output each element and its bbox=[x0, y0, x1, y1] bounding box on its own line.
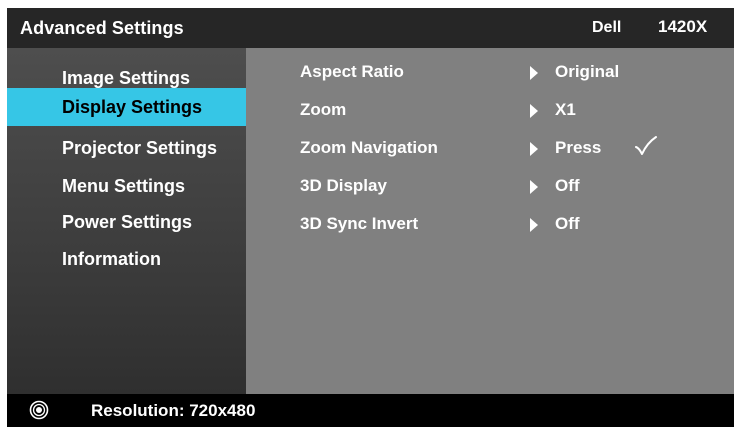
sidebar-item-information[interactable]: Information bbox=[7, 248, 246, 286]
setting-row-zoom-navigation[interactable]: Zoom Navigation Press bbox=[246, 129, 734, 165]
sidebar: Image Settings Display Settings Projecto… bbox=[7, 48, 246, 394]
sidebar-item-label: Image Settings bbox=[62, 68, 191, 88]
triangle-right-icon bbox=[530, 218, 538, 232]
brand-label: Dell bbox=[592, 19, 622, 36]
resolution-label: Resolution: 720x480 bbox=[91, 401, 256, 420]
sidebar-item-label: Display Settings bbox=[62, 97, 203, 117]
model-label: 1420X bbox=[658, 17, 708, 36]
sidebar-item-label: Power Settings bbox=[62, 212, 193, 232]
sidebar-item-projector-settings[interactable]: Projector Settings bbox=[7, 135, 246, 173]
sidebar-item-label: Menu Settings bbox=[62, 176, 186, 196]
menu-title: Advanced Settings bbox=[20, 18, 184, 38]
sidebar-item-label: Projector Settings bbox=[62, 138, 218, 158]
setting-row-aspect-ratio[interactable]: Aspect Ratio Original bbox=[246, 53, 734, 89]
setting-row-zoom[interactable]: Zoom X1 bbox=[246, 91, 734, 127]
setting-row-3d-sync-invert[interactable]: 3D Sync Invert Off bbox=[246, 205, 734, 241]
sidebar-item-label: Information bbox=[62, 249, 161, 269]
status-bar: Resolution: 720x480 bbox=[7, 394, 734, 427]
setting-value: Original bbox=[555, 62, 620, 81]
setting-label: Aspect Ratio bbox=[300, 62, 404, 81]
setting-value: Off bbox=[555, 176, 580, 195]
setting-value: Off bbox=[555, 214, 580, 233]
resolution-target-icon bbox=[29, 400, 49, 420]
setting-row-3d-display[interactable]: 3D Display Off bbox=[246, 167, 734, 203]
sidebar-item-menu-settings[interactable]: Menu Settings bbox=[7, 173, 246, 211]
setting-label: Zoom Navigation bbox=[300, 138, 438, 157]
setting-label: Zoom bbox=[300, 100, 347, 119]
menu-header: Advanced Settings Dell 1420X bbox=[7, 8, 734, 48]
triangle-right-icon bbox=[530, 180, 538, 194]
triangle-right-icon bbox=[530, 104, 538, 118]
setting-label: 3D Sync Invert bbox=[300, 214, 419, 233]
triangle-right-icon bbox=[530, 142, 538, 156]
checkmark-icon bbox=[635, 136, 657, 155]
setting-value: X1 bbox=[555, 100, 576, 119]
setting-label: 3D Display bbox=[300, 176, 387, 195]
sidebar-item-display-settings[interactable]: Display Settings bbox=[7, 88, 246, 126]
sidebar-item-power-settings[interactable]: Power Settings bbox=[7, 209, 246, 247]
triangle-right-icon bbox=[530, 66, 538, 80]
osd-menu: Advanced Settings Dell 1420X Image Setti… bbox=[7, 8, 734, 427]
settings-panel: Aspect Ratio Original Zoom X1 Zoom Navig… bbox=[246, 48, 734, 394]
setting-value: Press bbox=[555, 138, 602, 157]
